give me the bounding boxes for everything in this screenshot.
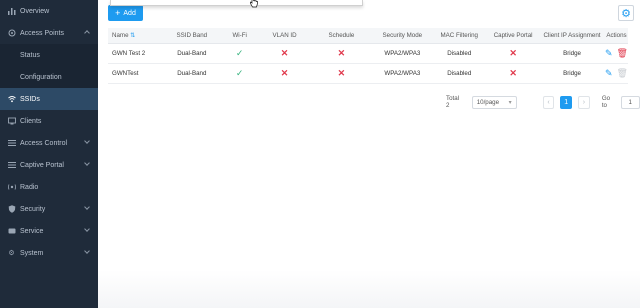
sidebar-item-configuration[interactable]: Configuration <box>0 66 98 88</box>
main-content: + Add ⚙ Name ⇅ SSID Band Wi-Fi VLAN ID S… <box>98 0 640 308</box>
sidebar-item-label: Captive Portal <box>20 161 64 169</box>
total-count: Total 2 <box>446 95 460 109</box>
edit-icon[interactable]: ✎ <box>605 48 613 58</box>
cell-name: GWN Test 2 <box>108 43 164 64</box>
next-page-button[interactable]: › <box>578 95 590 109</box>
sidebar-item-ssids[interactable]: SSIDs <box>0 88 98 110</box>
sidebar-item-overview[interactable]: Overview <box>0 0 98 22</box>
sidebar-item-access-points[interactable]: Access Points <box>0 22 98 44</box>
cross-icon: ✕ <box>337 47 346 58</box>
table-settings-button[interactable]: ⚙ <box>618 5 634 21</box>
chevron-down-icon <box>84 226 90 232</box>
sort-icon[interactable]: ⇅ <box>130 33 135 39</box>
sidebar-item-label: Overview <box>20 7 50 15</box>
table-row: GWNTest Dual-Band ✓ ✕ ✕ WPA2/WPA3 Disabl… <box>108 63 628 84</box>
bar-chart-icon <box>7 7 16 16</box>
column-header-client-ip: Client IP Assignment <box>539 28 605 44</box>
wifi-icon <box>7 95 16 104</box>
access-point-icon <box>7 29 16 38</box>
sidebar-item-label: Configuration <box>20 73 62 81</box>
sidebar-item-service[interactable]: Service <box>0 220 98 242</box>
sidebar-item-label: Radio <box>20 183 39 191</box>
cell-security-mode: WPA2/WPA3 <box>373 43 432 64</box>
edit-icon[interactable]: ✎ <box>605 68 613 78</box>
sidebar: Overview Access Points Status Configurat… <box>0 0 98 308</box>
column-header-actions: Actions <box>604 28 628 44</box>
trash-icon: 🗑 <box>616 67 628 78</box>
clients-icon <box>7 117 16 126</box>
gear-icon: ⚙ <box>8 250 15 257</box>
prev-page-button[interactable]: ‹ <box>542 95 555 109</box>
chevron-down-icon: ▾ <box>508 99 512 106</box>
sidebar-item-label: System <box>20 249 44 257</box>
sidebar-item-label: Clients <box>20 117 42 125</box>
column-header-ssid-band: SSID Band <box>163 28 220 44</box>
cell-mac-filtering: Disabled <box>431 63 488 84</box>
list-icon <box>7 139 16 148</box>
sidebar-item-security[interactable]: Security <box>0 198 98 220</box>
sidebar-item-label: Access Control <box>20 139 68 147</box>
sidebar-item-label: SSIDs <box>20 95 40 103</box>
page-button-current[interactable]: 1 <box>560 95 573 109</box>
cell-ssid-band: Dual-Band <box>163 43 220 64</box>
radio-icon <box>7 183 16 192</box>
chevron-down-icon <box>84 160 90 166</box>
table-row: GWN Test 2 Dual-Band ✓ ✕ ✕ WPA2/WPA3 Dis… <box>108 43 628 64</box>
chevron-down-icon <box>84 248 90 254</box>
column-header-name[interactable]: Name ⇅ <box>108 28 164 44</box>
sidebar-item-label: Access Points <box>20 29 64 37</box>
add-button-label: Add <box>123 9 136 17</box>
cell-security-mode: WPA2/WPA3 <box>373 63 432 84</box>
cross-icon: ✕ <box>280 67 289 78</box>
add-ssid-button[interactable]: + Add <box>108 5 143 21</box>
sidebar-item-label: Service <box>20 227 44 235</box>
cell-name: GWNTest <box>108 63 164 84</box>
shield-icon <box>7 205 16 214</box>
sidebar-item-label: Security <box>20 205 46 213</box>
cross-icon: ✕ <box>509 67 517 78</box>
sidebar-item-system[interactable]: ⚙ System <box>0 242 98 264</box>
table-header-row: Name ⇅ SSID Band Wi-Fi VLAN ID Schedule … <box>108 28 628 44</box>
trash-icon[interactable]: 🗑 <box>617 48 628 58</box>
cell-client-ip: Bridge <box>539 63 605 84</box>
goto-label: Go to <box>601 95 611 109</box>
pagination: Total 2 10/page ▾ ‹ 1 › Go to 1 <box>446 95 640 109</box>
column-header-vlan-id: VLAN ID <box>259 28 310 44</box>
column-header-wifi: Wi-Fi <box>219 28 260 44</box>
goto-page-input[interactable]: 1 <box>620 95 640 109</box>
service-icon <box>7 227 16 236</box>
chevron-down-icon <box>84 138 90 144</box>
column-header-mac-filtering: MAC Filtering <box>431 28 488 44</box>
list-icon <box>7 161 16 170</box>
cell-ssid-band: Dual-Band <box>163 63 220 84</box>
cross-icon: ✕ <box>337 67 346 78</box>
bottom-fade <box>98 270 640 308</box>
hand-cursor-icon <box>249 0 258 8</box>
page-size-select[interactable]: 10/page ▾ <box>471 95 517 109</box>
plus-icon: + <box>115 8 121 18</box>
column-header-captive-portal: Captive Portal <box>487 28 540 44</box>
cell-mac-filtering: Disabled <box>431 43 488 64</box>
gear-icon: ⚙ <box>621 7 631 20</box>
sidebar-item-status[interactable]: Status <box>0 44 98 66</box>
cross-icon: ✕ <box>509 47 517 58</box>
ssid-table: Name ⇅ SSID Band Wi-Fi VLAN ID Schedule … <box>108 28 628 84</box>
column-header-schedule: Schedule <box>309 28 374 44</box>
column-header-security-mode: Security Mode <box>373 28 432 44</box>
chevron-up-icon <box>84 30 90 36</box>
cross-icon: ✕ <box>280 47 289 58</box>
sidebar-item-radio[interactable]: Radio <box>0 176 98 198</box>
cell-client-ip: Bridge <box>539 43 605 64</box>
check-icon: ✓ <box>235 67 244 78</box>
sidebar-item-captive-portal[interactable]: Captive Portal <box>0 154 98 176</box>
sidebar-item-clients[interactable]: Clients <box>0 110 98 132</box>
check-icon: ✓ <box>235 47 244 58</box>
chevron-down-icon <box>84 204 90 210</box>
sidebar-item-label: Status <box>20 51 40 59</box>
popup-panel-edge <box>110 0 363 6</box>
sidebar-item-access-control[interactable]: Access Control <box>0 132 98 154</box>
